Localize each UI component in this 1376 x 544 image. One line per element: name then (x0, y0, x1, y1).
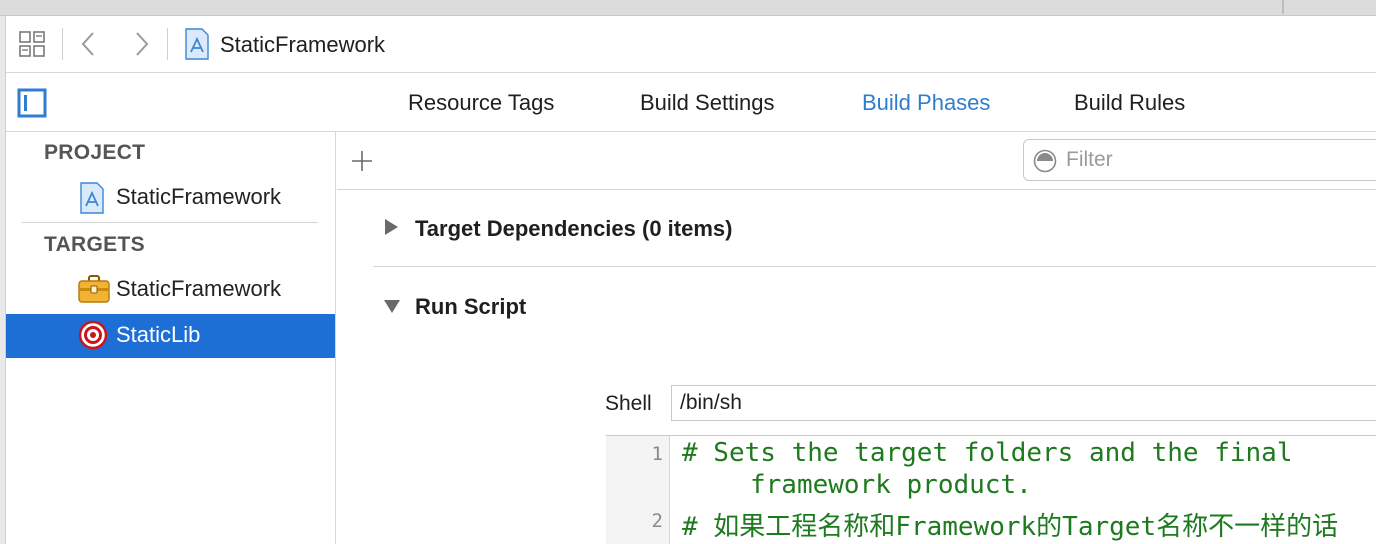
disclosure-expanded-icon[interactable] (383, 298, 401, 319)
build-phases-toolbar (337, 132, 1376, 190)
tab-resource-tags[interactable]: Resource Tags (408, 90, 554, 116)
tab-build-phases[interactable]: Build Phases (862, 90, 990, 116)
phase-divider (373, 266, 1376, 267)
project-targets-sidebar: PROJECT StaticFramework TARGETS StaticFr… (6, 132, 336, 544)
editor-tab-bar: Resource Tags Build Settings Build Phase… (6, 74, 1376, 132)
line-number: 1 (651, 443, 663, 465)
breadcrumb-title[interactable]: StaticFramework (220, 32, 385, 58)
shell-input[interactable] (680, 390, 1370, 416)
sidebar-item-target-staticlib[interactable]: StaticLib (6, 314, 335, 358)
sidebar-item-target-staticframework[interactable]: StaticFramework (6, 268, 335, 312)
disclosure-collapsed-icon[interactable] (383, 218, 399, 241)
window-top-strip (0, 0, 1376, 16)
build-phases-pane: Target Dependencies (0 items) Run Script… (337, 132, 1376, 544)
toolbox-icon (78, 274, 110, 306)
shell-label: Shell (605, 392, 652, 415)
xcode-project-icon (78, 182, 110, 214)
sidebar-item-project[interactable]: StaticFramework (6, 176, 335, 220)
script-line: # 如果工程名称和Framework的Target名称不一样的话 (682, 512, 1339, 542)
targets-section-heading: TARGETS (44, 233, 145, 256)
back-chevron-icon[interactable] (72, 28, 104, 60)
sidebar-divider (22, 222, 318, 223)
script-line-continuation: framework product. (750, 470, 1032, 500)
project-section-heading: PROJECT (44, 141, 146, 164)
sidebar-item-label: StaticFramework (116, 184, 282, 209)
sidebar-item-label: StaticFramework (116, 276, 282, 301)
tab-build-settings[interactable]: Build Settings (640, 90, 775, 116)
target-icon (78, 320, 110, 352)
shell-field[interactable] (671, 385, 1376, 421)
line-number-gutter: 1 2 (606, 436, 670, 544)
run-script-editor[interactable]: 1 2 # Sets the target folders and the fi… (606, 435, 1376, 544)
line-number: 2 (651, 510, 663, 532)
xcode-project-icon (181, 26, 213, 62)
sidebar-item-label: StaticLib (116, 322, 201, 347)
filter-input[interactable] (1066, 146, 1366, 174)
script-line: # Sets the target folders and the final (682, 438, 1293, 468)
toggle-sidebar-icon[interactable] (16, 87, 48, 119)
add-build-phase-plus-icon[interactable] (349, 148, 375, 174)
jump-bar: StaticFramework (6, 16, 1376, 73)
tab-build-rules[interactable]: Build Rules (1074, 90, 1185, 116)
filter-field[interactable] (1023, 139, 1376, 181)
jump-bar-separator (62, 28, 63, 60)
filter-icon (1032, 148, 1058, 174)
forward-chevron-icon[interactable] (126, 28, 158, 60)
phase-run-script[interactable]: Run Script (415, 294, 526, 320)
window-top-divider (1282, 0, 1284, 14)
related-items-grid-icon[interactable] (16, 28, 48, 60)
phase-target-dependencies[interactable]: Target Dependencies (0 items) (415, 216, 732, 242)
jump-bar-separator (167, 28, 168, 60)
